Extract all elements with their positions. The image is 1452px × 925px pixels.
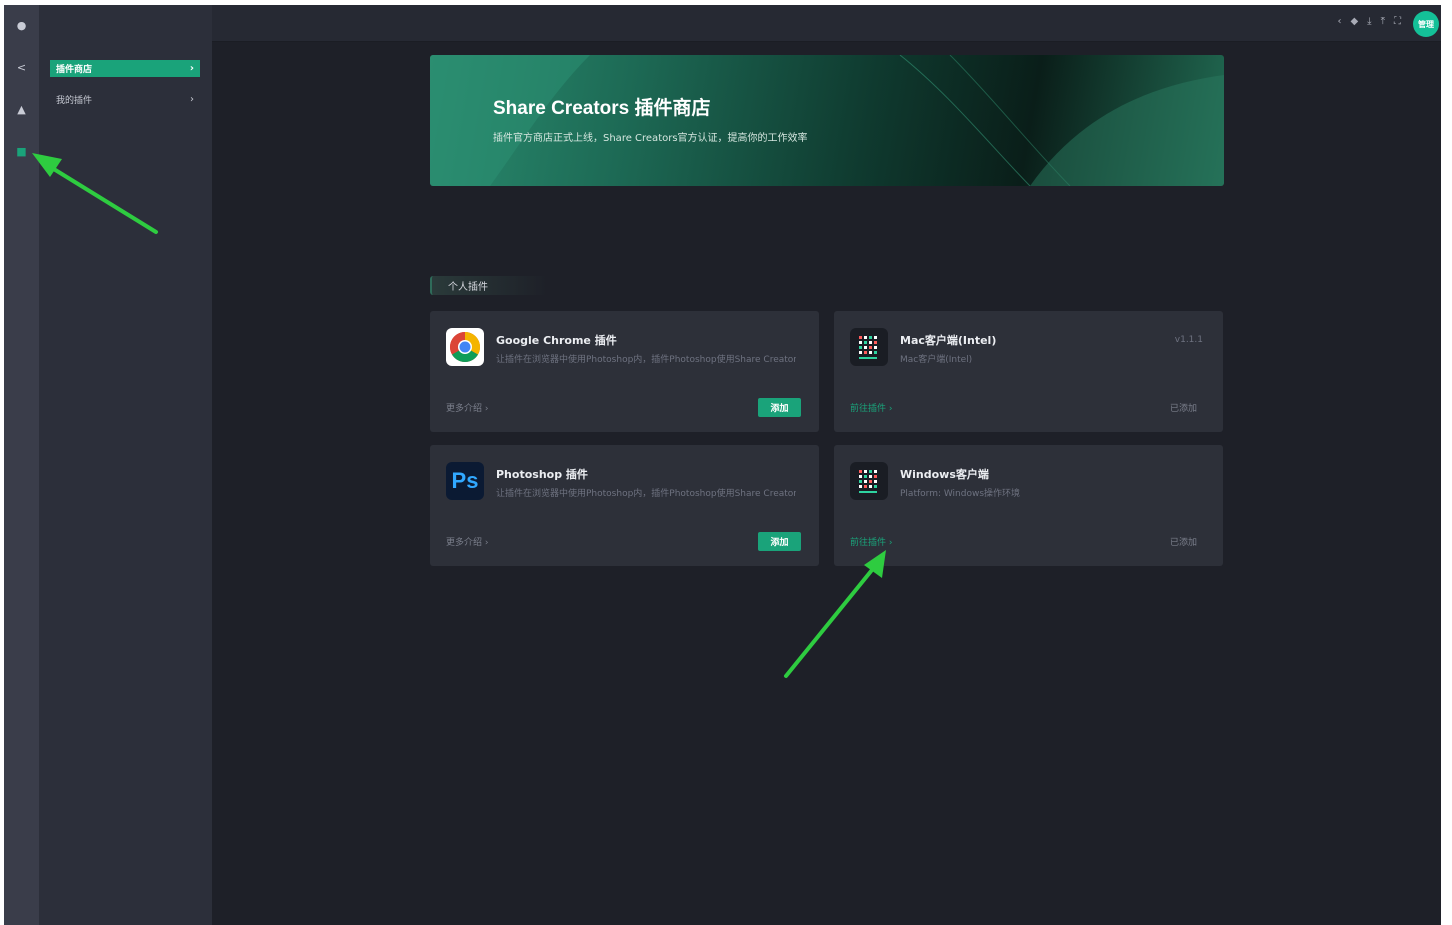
card-description: 让插件在浏览器中使用Photoshop内，插件Photoshop使用Share … [496, 355, 796, 365]
back-icon[interactable]: < [4, 56, 39, 78]
top-bar: ‹ ◆ ⤓ ⤒ ⛶ 管理 [212, 5, 1441, 42]
go-to-plugin-link[interactable]: 前往插件 › [850, 535, 892, 548]
subnav-item-label: 插件商店 [56, 65, 93, 75]
plugin-icon[interactable]: ■ [4, 140, 39, 162]
more-info-link[interactable]: 更多介绍 › [446, 401, 488, 414]
banner-title: Share Creators 插件商店 [493, 98, 711, 119]
more-info-link[interactable]: 更多介绍 › [446, 535, 488, 548]
subnav-item-plugin-store[interactable]: 插件商店 › [50, 60, 200, 77]
upload-icon[interactable]: ⤒ [1381, 16, 1385, 27]
annotation-arrow-bottom [784, 550, 886, 678]
home-icon[interactable]: ● [4, 14, 39, 36]
card-title: Photoshop 插件 [496, 468, 588, 481]
nav-back-icon[interactable]: ‹ [1337, 16, 1341, 27]
avatar[interactable]: 管理 [1413, 11, 1439, 37]
sub-sidebar: 插件商店 › 我的插件 › [39, 5, 212, 925]
added-status: 已添加 [1169, 538, 1197, 548]
add-button[interactable]: 添加 [758, 398, 801, 417]
card-title: Google Chrome 插件 [496, 334, 617, 347]
photoshop-icon: Ps [446, 462, 484, 500]
card-description: Mac客户端(Intel) [900, 355, 973, 365]
pin-icon[interactable]: ◆ [1350, 16, 1358, 27]
plugin-card-photoshop: Ps Photoshop 插件 让插件在浏览器中使用Photoshop内，插件P… [430, 445, 819, 566]
download-icon[interactable]: ⤓ [1367, 16, 1371, 27]
app-grid-icon [850, 328, 888, 366]
store-banner: Share Creators 插件商店 插件官方商店正式上线，Share Cre… [430, 55, 1224, 186]
card-title: Windows客户端 [900, 468, 989, 481]
window-controls: ‹ ◆ ⤓ ⤒ ⛶ [1337, 16, 1401, 27]
section-tab-personal-plugins[interactable]: 个人插件 [430, 276, 548, 295]
version-label: v1.1.1 [1174, 335, 1203, 345]
fullscreen-icon[interactable]: ⛶ [1394, 16, 1401, 27]
chevron-right-icon: › [189, 63, 194, 74]
chrome-icon [446, 328, 484, 366]
add-button[interactable]: 添加 [758, 532, 801, 551]
banner-subtitle: 插件官方商店正式上线，Share Creators官方认证，提高你的工作效率 [493, 133, 808, 144]
added-status: 已添加 [1169, 404, 1197, 414]
user-icon[interactable]: ▲ [4, 98, 39, 120]
card-title: Mac客户端(Intel) [900, 334, 997, 347]
banner-decoration [430, 55, 1224, 186]
app-grid-icon [850, 462, 888, 500]
chevron-right-icon: › [190, 94, 194, 105]
plugin-card-mac: Mac客户端(Intel) Mac客户端(Intel) v1.1.1 前往插件 … [834, 311, 1223, 432]
plugin-card-windows: Windows客户端 Platform: Windows操作环境 前往插件 › … [834, 445, 1223, 566]
go-to-plugin-link[interactable]: 前往插件 › [850, 401, 892, 414]
icon-rail: ● < ▲ ■ [4, 5, 39, 925]
subnav-item-my-plugins[interactable]: 我的插件 › [50, 91, 200, 108]
subnav-item-label: 我的插件 [56, 96, 93, 106]
app-window: ● < ▲ ■ 插件商店 › 我的插件 › ‹ ◆ ⤓ ⤒ ⛶ 管理 Share… [4, 5, 1441, 925]
plugin-card-chrome: Google Chrome 插件 让插件在浏览器中使用Photoshop内，插件… [430, 311, 819, 432]
card-description: 让插件在浏览器中使用Photoshop内，插件Photoshop使用Share … [496, 489, 796, 499]
card-description: Platform: Windows操作环境 [900, 489, 1021, 499]
